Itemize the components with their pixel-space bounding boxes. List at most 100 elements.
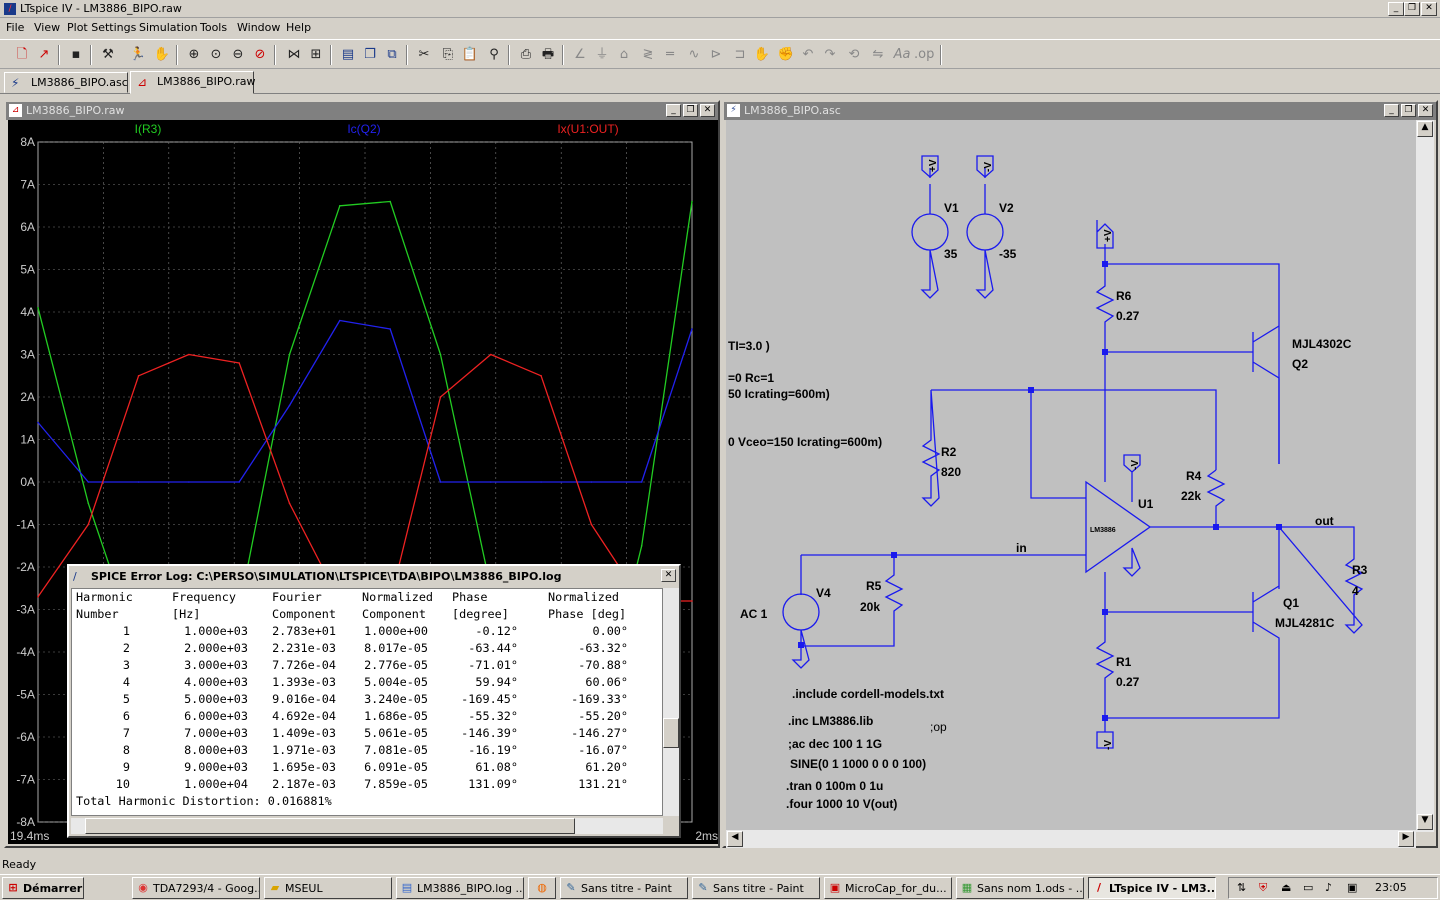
redo-icon[interactable]: ↷ xyxy=(820,45,840,65)
close-button[interactable]: ✕ xyxy=(661,569,676,582)
undo-icon[interactable]: ↶ xyxy=(798,45,818,65)
move-icon[interactable]: ✋ xyxy=(752,45,772,65)
restore-button[interactable]: ❐ xyxy=(1401,104,1416,117)
close-button[interactable]: ✕ xyxy=(1418,104,1433,117)
volume-icon[interactable]: ♪ xyxy=(1325,881,1332,894)
diode-icon[interactable]: ⊳ xyxy=(706,45,726,65)
fft-icon[interactable]: ⊞ xyxy=(306,45,326,65)
log-cell: 131.09° xyxy=(468,777,518,791)
scroll-up-button[interactable]: ▲ xyxy=(1417,121,1433,137)
label-v1: V1 xyxy=(944,201,959,215)
task-notepad[interactable]: ▤ LM3886_BIPO.log ... xyxy=(396,877,524,899)
usb-icon[interactable]: ⏏ xyxy=(1281,881,1291,894)
schematic-icon: ⚡ xyxy=(727,104,740,117)
log-cell: Component xyxy=(272,607,336,621)
task-calc[interactable]: ▦ Sans nom 1.ods - ... xyxy=(956,877,1084,899)
tab-label: LM3886_BIPO.raw xyxy=(157,75,256,88)
minimize-button[interactable]: _ xyxy=(1388,2,1404,16)
capacitor-icon[interactable]: ═ xyxy=(660,45,680,65)
task-chrome[interactable]: ◉ TDA7293/4 - Goog... xyxy=(132,877,260,899)
resistor-icon[interactable]: ≷ xyxy=(638,45,658,65)
open-icon[interactable]: ↗ xyxy=(34,45,54,65)
label-icon[interactable]: ⌂ xyxy=(614,45,634,65)
task-label: Sans titre - Paint xyxy=(713,882,804,895)
restore-button[interactable]: ❐ xyxy=(1404,2,1420,16)
log-cell: 7.859e-05 xyxy=(364,777,428,791)
schematic-canvas[interactable]: +V -V V1 35 V2 -35 +V R6 0.27 MJL4302C Q… xyxy=(726,120,1416,830)
log-cell: [degree] xyxy=(452,607,509,621)
drag-icon[interactable]: ✊ xyxy=(776,45,796,65)
log-row: 2 2.000e+03 2.231e-03 8.017e-05 -63.44° -63.3… xyxy=(72,640,662,657)
inductor-icon[interactable]: ∿ xyxy=(684,45,704,65)
series-point xyxy=(490,353,492,356)
ground-icon[interactable]: ⏚ xyxy=(592,45,612,65)
horizontal-scrollbar[interactable]: ◀ ▶ xyxy=(726,830,1416,848)
new-schematic-icon[interactable]: 🗋 xyxy=(12,45,32,65)
series-point xyxy=(137,481,140,483)
log-vertical-scrollbar[interactable] xyxy=(663,588,679,816)
vertical-scrollbar[interactable]: ▲ ▼ xyxy=(1416,120,1434,832)
menu-file[interactable]: File xyxy=(6,21,24,34)
log-horizontal-scrollbar[interactable] xyxy=(71,818,663,834)
print-icon[interactable]: 🖶 xyxy=(538,45,558,65)
scroll-thumb[interactable] xyxy=(663,718,679,748)
menu-window[interactable]: Window xyxy=(237,21,280,34)
menu-view[interactable]: View xyxy=(34,21,60,34)
spice-directive-icon[interactable]: .op xyxy=(914,45,934,65)
restore-button[interactable]: ❐ xyxy=(683,104,698,117)
wire-icon[interactable]: ∠ xyxy=(570,45,590,65)
legend-entry: I(R3) xyxy=(135,122,162,136)
network-icon[interactable]: ⇅ xyxy=(1237,881,1246,894)
scroll-down-button[interactable]: ▼ xyxy=(1417,814,1433,830)
autorange-icon[interactable]: ⋈ xyxy=(284,45,304,65)
save-icon[interactable]: ▪ xyxy=(66,45,86,65)
rotate-icon[interactable]: ⟲ xyxy=(844,45,864,65)
control-panel-icon[interactable]: ⚒ xyxy=(98,45,118,65)
minimize-button[interactable]: _ xyxy=(1384,104,1399,117)
monitor-icon[interactable]: ▭ xyxy=(1303,881,1313,894)
display-icon[interactable]: ▣ xyxy=(1347,881,1357,894)
menu-help[interactable]: Help xyxy=(286,21,311,34)
copy-icon[interactable]: ⎘ xyxy=(438,45,458,65)
mirror-icon[interactable]: ⇋ xyxy=(868,45,888,65)
tile-vertical-icon[interactable]: ❐ xyxy=(360,45,380,65)
tile-horizontal-icon[interactable]: ▤ xyxy=(338,45,358,65)
security-icon[interactable]: ⛨ xyxy=(1259,881,1267,895)
menu-tools[interactable]: Tools xyxy=(200,21,227,34)
zoom-cancel-icon[interactable]: ⊘ xyxy=(250,45,270,65)
print-setup-icon[interactable]: ⎙ xyxy=(516,45,536,65)
component-icon[interactable]: ⊐ xyxy=(730,45,750,65)
zoom-in-icon[interactable]: ⊕ xyxy=(184,45,204,65)
series-point xyxy=(439,396,442,398)
series-point xyxy=(87,523,90,526)
menu-plot-settings[interactable]: Plot Settings xyxy=(67,21,136,34)
halt-icon[interactable]: ✋ xyxy=(152,45,172,65)
start-button[interactable]: ⊞ Démarrer xyxy=(2,877,84,899)
text-icon[interactable]: Aa xyxy=(892,45,912,65)
task-pdf[interactable]: ▣ MicroCap_for_du... xyxy=(824,877,952,899)
error-log-text[interactable]: Harmonic Frequency Fourier Normalized Phase N… xyxy=(71,588,663,816)
paste-icon[interactable]: 📋 xyxy=(460,45,480,65)
task-folder[interactable]: ▰ MSEUL xyxy=(264,877,392,899)
cascade-icon[interactable]: ⧉ xyxy=(382,45,402,65)
scroll-thumb[interactable] xyxy=(85,818,575,834)
scroll-right-button[interactable]: ▶ xyxy=(1398,831,1414,847)
schematic-labels: +V -V V1 35 V2 -35 +V R6 0.27 MJL4302C Q… xyxy=(728,159,1368,811)
zoom-full-icon[interactable]: ⊙ xyxy=(206,45,226,65)
minimize-button[interactable]: _ xyxy=(666,104,681,117)
task-paint-1[interactable]: ✎ Sans titre - Paint xyxy=(560,877,688,899)
task-paint-2[interactable]: ✎ Sans titre - Paint xyxy=(692,877,820,899)
cut-icon[interactable]: ✂ xyxy=(414,45,434,65)
menu-simulation[interactable]: Simulation xyxy=(139,21,198,34)
find-icon[interactable]: ⚲ xyxy=(484,45,504,65)
task-firefox[interactable]: ◍ xyxy=(528,877,556,899)
close-button[interactable]: ✕ xyxy=(1421,2,1437,16)
label-nv2: -V xyxy=(1130,460,1141,470)
tab-schematic[interactable]: ⚡ LM3886_BIPO.asc xyxy=(4,72,128,93)
zoom-out-icon[interactable]: ⊖ xyxy=(228,45,248,65)
tab-waveform[interactable]: ⊿ LM3886_BIPO.raw xyxy=(130,71,256,94)
close-button[interactable]: ✕ xyxy=(700,104,715,117)
task-ltspice[interactable]: / LTspice IV - LM3... xyxy=(1088,877,1216,899)
run-icon[interactable]: 🏃 xyxy=(128,45,148,65)
scroll-left-button[interactable]: ◀ xyxy=(727,831,743,847)
